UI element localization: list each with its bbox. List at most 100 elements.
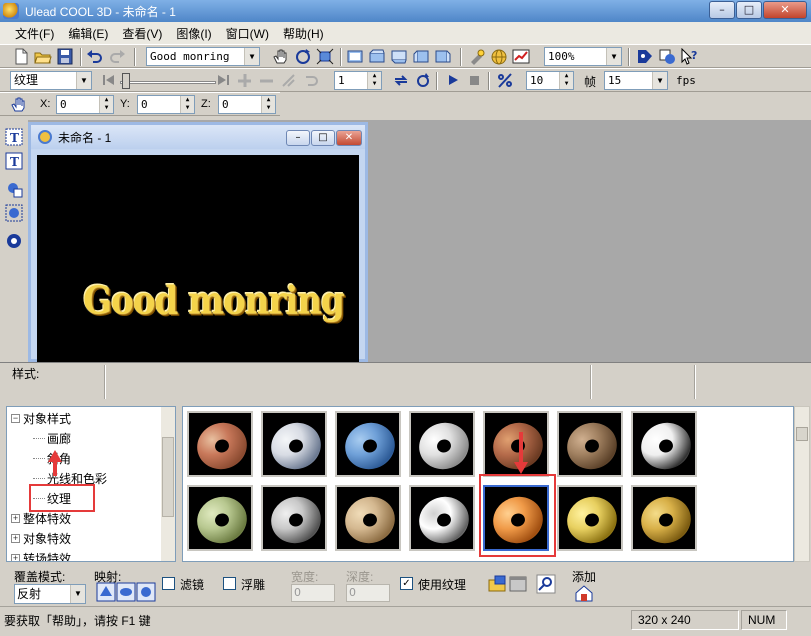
new-file-icon[interactable] [12,48,30,65]
view-bottom-icon[interactable] [390,48,408,65]
texture-thumbnail-bark[interactable] [557,411,623,477]
category-combo[interactable]: 纹理 ▼ [10,71,92,90]
reverse-icon[interactable] [302,72,320,89]
close-button[interactable]: ✕ [763,1,807,19]
mapping-cylinder-icon[interactable] [116,582,136,602]
texture-thumbnail-green-moss[interactable] [187,485,253,551]
menu-edit[interactable]: 编辑(E) [61,25,115,42]
keyframe-first-icon[interactable] [100,72,118,89]
z-position-stepper[interactable]: 0 ▲ ▼ [218,95,276,114]
spin-arrows-icon[interactable]: ▲ ▼ [261,96,275,113]
total-frames-stepper[interactable]: 10 ▲ ▼ [526,71,574,90]
tree-node-transition-effects[interactable]: + 转场特效 [11,549,71,561]
add-keyframe-icon[interactable] [236,72,254,89]
texture-thumbnail-blue-pebble[interactable] [335,411,401,477]
chevron-down-icon[interactable]: ▼ [244,48,259,65]
frame-stepper[interactable]: 1 ▲ ▼ [334,71,382,90]
chart-icon[interactable] [512,48,530,65]
scrollbar-thumb[interactable] [162,437,174,517]
composition-icon[interactable] [658,48,676,65]
menu-view[interactable]: 查看(V) [115,25,169,42]
doc-close-button[interactable]: ✕ [336,130,362,146]
cover-mode-select[interactable]: 反射 ▼ [14,584,86,604]
texture-zoom-icon[interactable] [536,574,556,594]
open-folder-icon[interactable] [34,48,52,65]
menu-help[interactable]: 帮助(H) [276,25,331,42]
texture-thumbnail-marble-blue-gray[interactable] [261,411,327,477]
globe-icon[interactable] [490,48,508,65]
maximize-button[interactable]: □ [736,1,762,19]
mapping-plane-icon[interactable] [96,582,116,602]
insert-text-icon[interactable]: T [5,128,23,146]
expand-icon[interactable]: + [11,533,20,543]
play-icon[interactable] [444,72,462,89]
view-front-icon[interactable] [346,48,364,65]
collapse-icon[interactable]: − [11,413,20,423]
menu-window[interactable]: 窗口(W) [219,25,276,42]
text-combo[interactable]: Good monring ▼ [146,47,260,66]
tree-scrollbar[interactable] [161,407,175,561]
chevron-down-icon[interactable]: ▼ [70,585,85,603]
insert-geometry-icon[interactable] [5,232,23,250]
timeline-slider[interactable] [120,73,216,91]
gallery-scrollbar[interactable] [794,406,810,562]
keyframe-last-icon[interactable] [214,72,232,89]
texture-thumbnail-gold[interactable] [557,485,623,551]
light-icon[interactable] [468,48,486,65]
spin-arrows-icon[interactable]: ▲ ▼ [180,96,194,113]
menu-file[interactable]: 文件(F) [8,25,61,42]
3d-text-object[interactable]: Good monring [83,279,345,324]
hand-icon[interactable] [272,48,290,65]
y-position-stepper[interactable]: 0 ▲ ▼ [137,95,195,114]
view-right-icon[interactable] [434,48,452,65]
rotate-object-icon[interactable] [294,48,312,65]
loop-icon[interactable] [392,72,410,89]
chevron-down-icon[interactable]: ▼ [76,72,91,89]
help-pointer-icon[interactable]: ? [680,48,698,65]
slider-thumb[interactable] [122,73,130,89]
filter-checkbox[interactable] [162,577,175,590]
tree-node-object-effects[interactable]: + 对象特效 [11,529,71,547]
tree-node-object-style[interactable]: − 对象样式 [11,409,71,427]
edit-shape-icon[interactable] [5,204,23,222]
add-to-gallery-icon[interactable] [574,583,594,603]
object-manager-icon[interactable] [636,48,654,65]
texture-thumbnail-white-brick[interactable] [409,411,475,477]
view-left-icon[interactable] [412,48,430,65]
save-icon[interactable] [56,48,74,65]
chevron-down-icon[interactable]: ▼ [652,72,667,89]
texture-thumbnail-gray-stone[interactable] [261,485,327,551]
render-canvas[interactable]: Good monring [37,155,359,365]
texture-thumbnail-sand[interactable] [335,485,401,551]
texture-window-icon[interactable] [508,574,528,594]
texture-thumbnail-brick[interactable] [187,411,253,477]
minimize-button[interactable]: – [709,1,735,19]
expand-icon[interactable]: + [11,553,20,561]
texture-thumbnail-chrome[interactable] [409,485,475,551]
split-keyframe-icon[interactable] [280,72,298,89]
edit-text-icon[interactable]: T [5,152,23,170]
chevron-down-icon[interactable]: ▼ [606,48,621,65]
stop-icon[interactable] [466,72,484,89]
redo-icon[interactable] [108,48,126,65]
spin-arrows-icon[interactable]: ▲ ▼ [99,96,113,113]
texture-thumbnail-black-white-marble[interactable] [631,411,697,477]
insert-shape-icon[interactable] [5,180,23,198]
move-object-icon[interactable] [10,96,28,113]
texture-thumbnail-brass[interactable] [631,485,697,551]
doc-maximize-button[interactable]: □ [311,130,335,146]
menu-image[interactable]: 图像(I) [169,25,218,42]
undo-icon[interactable] [86,48,104,65]
emboss-checkbox[interactable] [223,577,236,590]
remove-keyframe-icon[interactable] [258,72,276,89]
fps-combo[interactable]: 15 ▼ [604,71,668,90]
x-position-stepper[interactable]: 0 ▲ ▼ [56,95,114,114]
expand-icon[interactable]: + [11,513,20,523]
load-texture-icon[interactable] [488,574,508,594]
spin-arrows-icon[interactable]: ▲ ▼ [367,72,381,89]
use-texture-checkbox[interactable]: ✓ [400,577,413,590]
tree-item-gallery[interactable]: 画廊 [33,429,71,447]
doc-minimize-button[interactable]: – [286,130,310,146]
spin-arrows-icon[interactable]: ▲ ▼ [559,72,573,89]
view-top-icon[interactable] [368,48,386,65]
